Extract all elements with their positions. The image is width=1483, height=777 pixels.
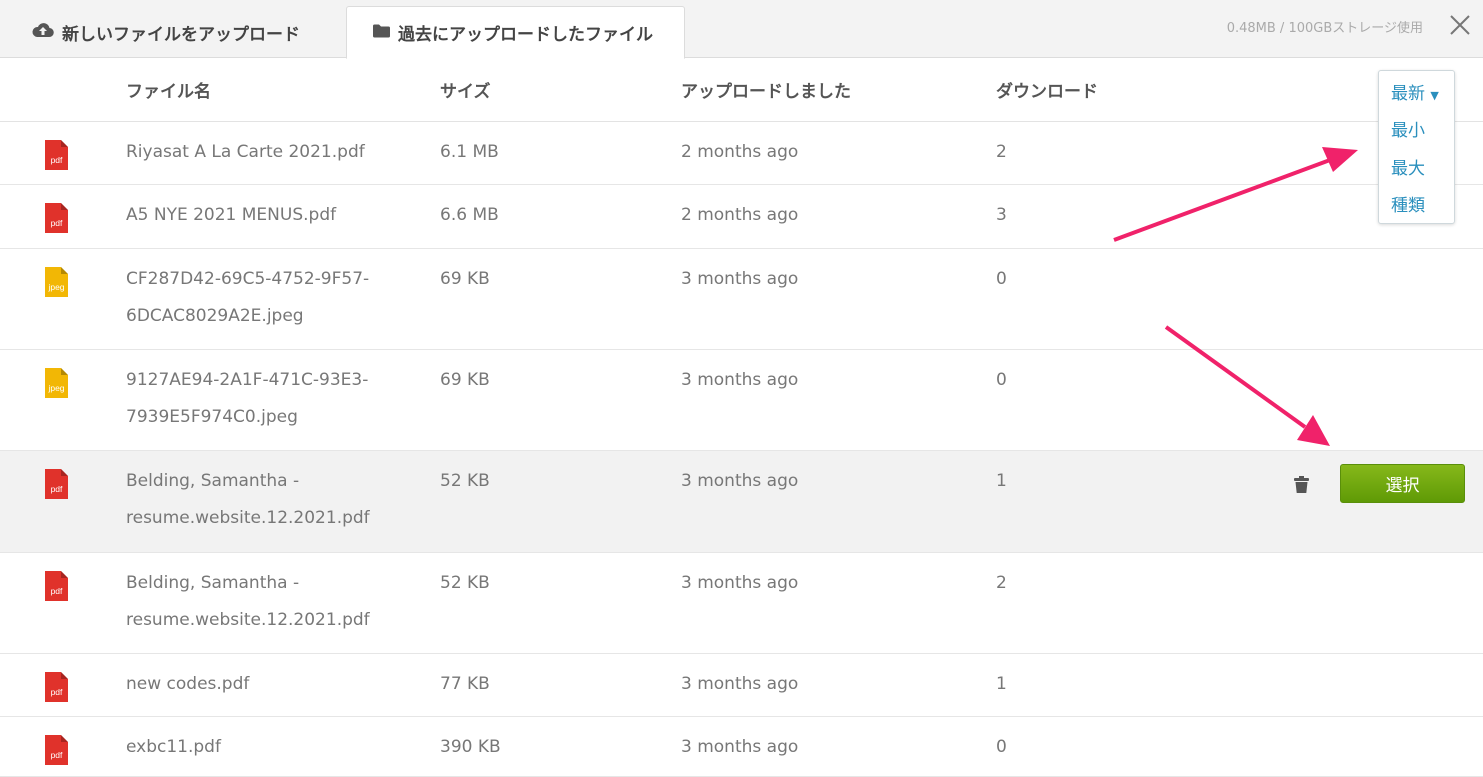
column-header-name[interactable]: ファイル名 bbox=[126, 77, 211, 102]
sort-option-largest[interactable]: 最大 bbox=[1391, 154, 1425, 179]
file-size: 52 KB bbox=[440, 573, 490, 593]
tab-upload-new[interactable]: 新しいファイルをアップロード bbox=[32, 6, 300, 58]
file-uploaded: 2 months ago bbox=[681, 142, 799, 162]
pdf-file-icon: pdf bbox=[45, 672, 68, 702]
file-name: CF287D42-69C5-4752-9F57- 6DCAC8029A2E.jpe… bbox=[126, 269, 370, 326]
file-name: Belding, Samantha - resume.website.12.202… bbox=[126, 573, 370, 630]
file-downloads: 1 bbox=[996, 471, 1007, 491]
file-name: A5 NYE 2021 MENUS.pdf bbox=[126, 205, 337, 225]
table-header: ファイル名 サイズ アップロードしました ダウンロード bbox=[0, 58, 1483, 122]
tab-upload-new-label: 新しいファイルをアップロード bbox=[62, 24, 300, 45]
file-name: exbc11.pdf bbox=[126, 737, 221, 757]
file-size: 52 KB bbox=[440, 471, 490, 491]
jpeg-file-icon: jpeg bbox=[45, 368, 68, 398]
file-size: 390 KB bbox=[440, 737, 501, 757]
sort-option-smallest[interactable]: 最小 bbox=[1391, 116, 1425, 141]
pdf-file-icon: pdf bbox=[45, 735, 68, 765]
file-name: Belding, Samantha - resume.website.12.202… bbox=[126, 471, 370, 528]
file-size: 69 KB bbox=[440, 269, 490, 289]
file-size: 6.1 MB bbox=[440, 142, 499, 162]
close-icon[interactable] bbox=[1447, 12, 1473, 38]
jpeg-file-icon: jpeg bbox=[45, 267, 68, 297]
svg-text:pdf: pdf bbox=[51, 750, 63, 760]
table-row[interactable]: pdf exbc11.pdf 390 KB 3 months ago 0 bbox=[0, 717, 1483, 777]
trash-icon[interactable] bbox=[1294, 476, 1309, 494]
pdf-file-icon: pdf bbox=[45, 469, 68, 499]
sort-dropdown[interactable]: 最新 ▼ 最小 最大 種類 bbox=[1378, 70, 1455, 224]
svg-text:pdf: pdf bbox=[51, 586, 63, 596]
file-uploaded: 3 months ago bbox=[681, 674, 799, 694]
file-downloads: 3 bbox=[996, 205, 1007, 225]
file-downloads: 0 bbox=[996, 269, 1007, 289]
file-uploaded: 3 months ago bbox=[681, 573, 799, 593]
column-header-downloads[interactable]: ダウンロード bbox=[996, 77, 1098, 102]
file-size: 6.6 MB bbox=[440, 205, 499, 225]
file-downloads: 1 bbox=[996, 674, 1007, 694]
table-row[interactable]: jpeg 9127AE94-2A1F-471C-93E3- 7939E5F974C0… bbox=[0, 350, 1483, 451]
file-name: 9127AE94-2A1F-471C-93E3- 7939E5F974C0.jpe… bbox=[126, 370, 369, 427]
table-row[interactable]: pdf new codes.pdf 77 KB 3 months ago 1 bbox=[0, 654, 1483, 717]
top-tab-bar: 新しいファイルをアップロード 過去にアップロードしたファイル 0.48MB / … bbox=[0, 0, 1483, 59]
select-button[interactable]: 選択 bbox=[1340, 464, 1465, 503]
file-name: new codes.pdf bbox=[126, 674, 250, 694]
svg-text:jpeg: jpeg bbox=[47, 282, 64, 292]
folder-icon bbox=[373, 23, 390, 43]
svg-text:jpeg: jpeg bbox=[47, 383, 64, 393]
pdf-file-icon: pdf bbox=[45, 140, 68, 170]
pdf-file-icon: pdf bbox=[45, 203, 68, 233]
sort-option-type[interactable]: 種類 bbox=[1391, 191, 1425, 216]
table-row[interactable]: pdf Belding, Samantha - resume.website.12.… bbox=[0, 451, 1483, 553]
file-size: 69 KB bbox=[440, 370, 490, 390]
storage-usage: 0.48MB / 100GBストレージ使用 bbox=[1226, 21, 1423, 36]
table-row[interactable]: jpeg CF287D42-69C5-4752-9F57- 6DCAC8029A2E… bbox=[0, 249, 1483, 350]
svg-text:pdf: pdf bbox=[51, 218, 63, 228]
file-name: Riyasat A La Carte 2021.pdf bbox=[126, 142, 365, 162]
column-header-size[interactable]: サイズ bbox=[440, 77, 491, 102]
file-downloads: 0 bbox=[996, 737, 1007, 757]
caret-down-icon: ▼ bbox=[1430, 89, 1439, 102]
file-uploaded: 3 months ago bbox=[681, 737, 799, 757]
file-uploaded: 3 months ago bbox=[681, 471, 799, 491]
file-downloads: 2 bbox=[996, 142, 1007, 162]
pdf-file-icon: pdf bbox=[45, 571, 68, 601]
sort-option-newest[interactable]: 最新 ▼ bbox=[1391, 79, 1439, 104]
file-downloads: 0 bbox=[996, 370, 1007, 390]
file-uploaded: 3 months ago bbox=[681, 269, 799, 289]
tab-previous-files-label: 過去にアップロードしたファイル bbox=[398, 25, 653, 45]
svg-text:pdf: pdf bbox=[51, 687, 63, 697]
svg-text:pdf: pdf bbox=[51, 155, 63, 165]
tab-previous-files[interactable]: 過去にアップロードしたファイル bbox=[346, 6, 685, 59]
column-header-uploaded[interactable]: アップロードしました bbox=[681, 77, 851, 102]
file-size: 77 KB bbox=[440, 674, 490, 694]
table-row[interactable]: pdf Riyasat A La Carte 2021.pdf 6.1 MB 2 mo… bbox=[0, 122, 1483, 185]
file-uploaded: 3 months ago bbox=[681, 370, 799, 390]
table-row[interactable]: pdf Belding, Samantha - resume.website.12.… bbox=[0, 553, 1483, 654]
file-downloads: 2 bbox=[996, 573, 1007, 593]
cloud-upload-icon bbox=[32, 22, 54, 43]
table-row[interactable]: pdf A5 NYE 2021 MENUS.pdf 6.6 MB 2 months a… bbox=[0, 185, 1483, 249]
file-uploaded: 2 months ago bbox=[681, 205, 799, 225]
svg-text:pdf: pdf bbox=[51, 484, 63, 494]
